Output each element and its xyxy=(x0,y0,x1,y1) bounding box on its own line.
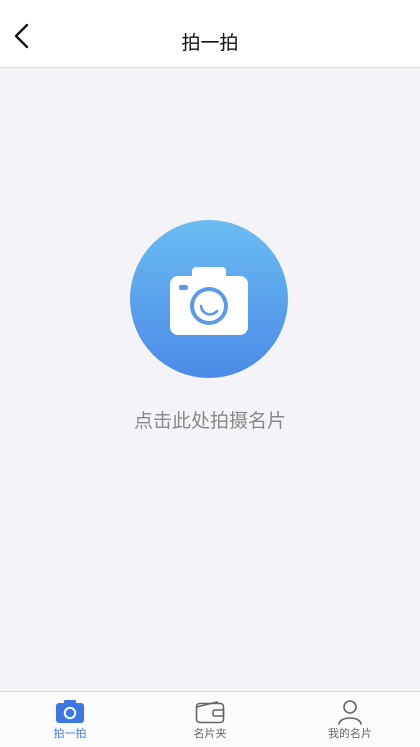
camera-icon xyxy=(55,699,85,725)
tab-my-card-label: 我的名片 xyxy=(328,727,372,740)
tab-bar: 拍一拍 名片夹 我的名片 xyxy=(0,691,420,747)
capture-hint: 点击此处拍摄名片 xyxy=(133,410,286,432)
main-content: 点击此处拍摄名片 xyxy=(0,68,420,691)
take-photo-button[interactable] xyxy=(130,220,288,378)
nav-bar: 拍一拍 xyxy=(0,0,420,68)
person-icon xyxy=(335,699,365,725)
tab-card-holder[interactable]: 名片夹 xyxy=(140,692,280,747)
tab-capture[interactable]: 拍一拍 xyxy=(0,692,140,747)
page-title: 拍一拍 xyxy=(181,32,239,54)
tab-card-holder-label: 名片夹 xyxy=(193,727,227,740)
camera-icon xyxy=(170,267,248,335)
wallet-icon xyxy=(195,699,225,725)
app-screen: 拍一拍 点击此处拍摄名片 拍一拍 名片夹 我的名片 xyxy=(0,0,420,747)
tab-my-card[interactable]: 我的名片 xyxy=(280,692,420,747)
tab-capture-label: 拍一拍 xyxy=(53,727,87,740)
